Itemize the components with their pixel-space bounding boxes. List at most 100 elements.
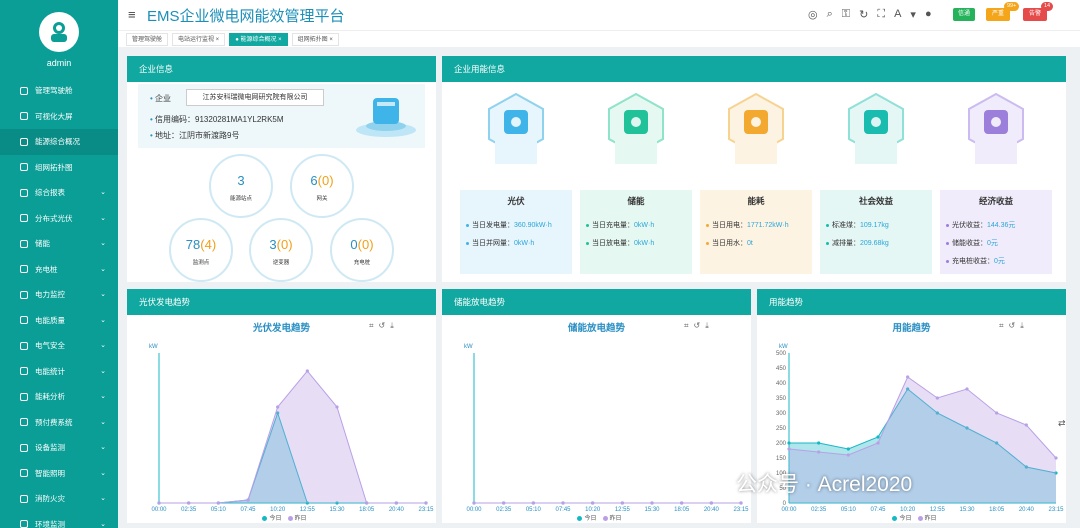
restore-icon[interactable]: ↺ <box>694 321 706 330</box>
bullet-icon <box>586 241 589 245</box>
legend-item[interactable]: 今日 <box>584 516 596 522</box>
page-tab[interactable]: 电站运行监视 × <box>172 32 226 46</box>
page-tab[interactable]: ● 能源综合概况 × <box>229 32 288 46</box>
page-tab[interactable]: 管理驾驶舱 <box>126 32 169 46</box>
company-name-field[interactable]: 江苏安科瑞微电网研究院有限公司 <box>186 89 324 106</box>
metric-label: 当日并网量： <box>472 240 514 247</box>
bullet-icon <box>826 241 829 245</box>
sidebar-item[interactable]: 预付费系统 ⌄ <box>0 410 118 436</box>
sidebar-item[interactable]: 管理驾驶舱 <box>0 78 118 104</box>
stat-value: 3(0) <box>251 237 311 252</box>
metric-label: 标准煤： <box>832 222 860 229</box>
y-axis-label: kW <box>464 344 473 350</box>
legend-item[interactable]: 今日 <box>269 516 281 522</box>
sidebar-item-label: 组网拓扑图 <box>35 162 73 172</box>
menu-item-icon <box>20 469 28 478</box>
sidebar-item[interactable]: 储能 ⌄ <box>0 231 118 257</box>
metric-label: 减排量： <box>832 240 860 247</box>
menu-item-icon <box>20 494 28 503</box>
panel-title: 用能趋势 <box>757 289 1066 315</box>
settings-float-icon[interactable]: ⇄ <box>1058 418 1066 429</box>
energy-card: 能耗 当日用电：1771.72kW·h 当日用水：0t <box>700 190 812 274</box>
menu-toggle-icon[interactable]: ≡ <box>128 7 136 22</box>
sidebar-item[interactable]: 可视化大屏 <box>0 104 118 130</box>
sidebar-item[interactable]: 设备监测 ⌄ <box>0 435 118 461</box>
font-size-icon[interactable]: A <box>894 8 901 21</box>
metric-label: 当日充电量： <box>592 222 634 229</box>
menu-item-icon <box>20 520 28 528</box>
data-point <box>680 501 684 505</box>
pv-trend-chart: 光伏发电趋势 ⌗↺⤓ kW 00:00 02:35 05:10 07:45 10:20 12:5… <box>127 315 436 525</box>
legend-item[interactable]: 昨日 <box>925 516 937 522</box>
data-point <box>846 453 850 457</box>
sidebar-item[interactable]: 充电桩 ⌄ <box>0 257 118 283</box>
bullet-icon <box>826 223 829 227</box>
status-button-green[interactable]: 信通 <box>953 8 975 21</box>
restore-icon[interactable]: ↺ <box>379 321 391 330</box>
chevron-down-icon: ⌄ <box>100 291 106 298</box>
download-icon[interactable]: ⤓ <box>390 321 399 330</box>
theme-icon[interactable]: ▾ <box>910 8 916 21</box>
sidebar-item[interactable]: 电能质量 ⌄ <box>0 308 118 334</box>
panel-title: 企业用能信息 <box>442 56 1066 82</box>
sidebar-item[interactable]: 消防火灾 ⌄ <box>0 486 118 512</box>
refresh-icon[interactable]: ↻ <box>859 8 868 21</box>
search-icon[interactable]: ⌕ <box>827 8 833 21</box>
zoom-icon[interactable]: ⌗ <box>999 321 1009 330</box>
sidebar-item-label: 消防火灾 <box>35 494 65 504</box>
help-icon[interactable]: ◎ <box>808 8 818 21</box>
download-icon[interactable]: ⤓ <box>1020 321 1029 330</box>
page-tabs: 管理驾驶舱 电站运行监视 × ● 能源综合概况 × 组网拓扑图 × <box>118 30 1080 47</box>
data-point <box>817 450 821 454</box>
menu-item-icon <box>20 188 28 197</box>
menu-item-icon <box>20 214 28 223</box>
energy-card-title: 储能 <box>627 196 645 206</box>
sidebar-item[interactable]: 电气安全 ⌄ <box>0 333 118 359</box>
energy-icon <box>848 92 904 164</box>
sidebar-item[interactable]: 分布式光伏 ⌄ <box>0 206 118 232</box>
zoom-icon[interactable]: ⌗ <box>684 321 694 330</box>
metric-value: 0kW·h <box>634 240 655 247</box>
data-point <box>216 501 220 505</box>
sidebar-item[interactable]: 能耗分析 ⌄ <box>0 384 118 410</box>
fullscreen-icon[interactable]: ⛶ <box>877 8 885 21</box>
energy-card-row: 光伏收益：144.36元 <box>940 220 1052 230</box>
lock-icon[interactable]: ⚿ <box>842 8 850 21</box>
stat-circle: 78(4) 监测点 <box>169 218 233 282</box>
sidebar-item[interactable]: 组网拓扑图 <box>0 155 118 181</box>
chart-legend: 今日 昨日 <box>757 513 1066 522</box>
stat-value: 6(0) <box>292 173 352 188</box>
data-point <box>472 501 476 505</box>
sidebar-item[interactable]: 能源综合概况 <box>0 129 118 155</box>
chevron-down-icon: ⌄ <box>100 316 106 324</box>
download-icon[interactable]: ⤓ <box>705 321 714 330</box>
legend-item[interactable]: 昨日 <box>295 516 307 522</box>
sidebar-item[interactable]: 环境监测 ⌄ <box>0 512 118 528</box>
page-tab[interactable]: 组网拓扑图 × <box>291 32 339 46</box>
data-point <box>935 396 939 400</box>
metric-value: 0t <box>747 240 753 247</box>
legend-item[interactable]: 昨日 <box>610 516 622 522</box>
restore-icon[interactable]: ↺ <box>1009 321 1021 330</box>
sidebar-item[interactable]: 电力监控 ⌄ <box>0 282 118 308</box>
bullet-icon <box>946 241 949 245</box>
alarm-severe-count: 99+ <box>1004 2 1020 11</box>
panel-title: 储能放电趋势 <box>442 289 751 315</box>
sidebar-item[interactable]: 智能照明 ⌄ <box>0 461 118 487</box>
user-icon[interactable]: ● <box>925 8 932 21</box>
menu-item-icon <box>20 163 28 172</box>
zoom-icon[interactable]: ⌗ <box>369 321 379 330</box>
chevron-down-icon: ⌄ <box>100 393 106 400</box>
data-point <box>876 441 880 445</box>
energy-card: 社会效益 标准煤：109.17kg 减排量：209.68kg <box>820 190 932 274</box>
energy-card: 储能 当日充电量：0kW·h 当日放电量：0kW·h <box>580 190 692 274</box>
metric-label: 当日放电量： <box>592 240 634 247</box>
y-tick-label: 150 <box>776 456 787 462</box>
bullet-icon <box>706 223 709 227</box>
sidebar-item[interactable]: 综合报表 ⌄ <box>0 180 118 206</box>
data-point <box>335 405 339 409</box>
stat-sub-value: 4 <box>204 237 212 252</box>
sidebar-item[interactable]: 电能统计 ⌄ <box>0 359 118 385</box>
legend-item[interactable]: 今日 <box>899 516 911 522</box>
data-point <box>305 369 309 373</box>
